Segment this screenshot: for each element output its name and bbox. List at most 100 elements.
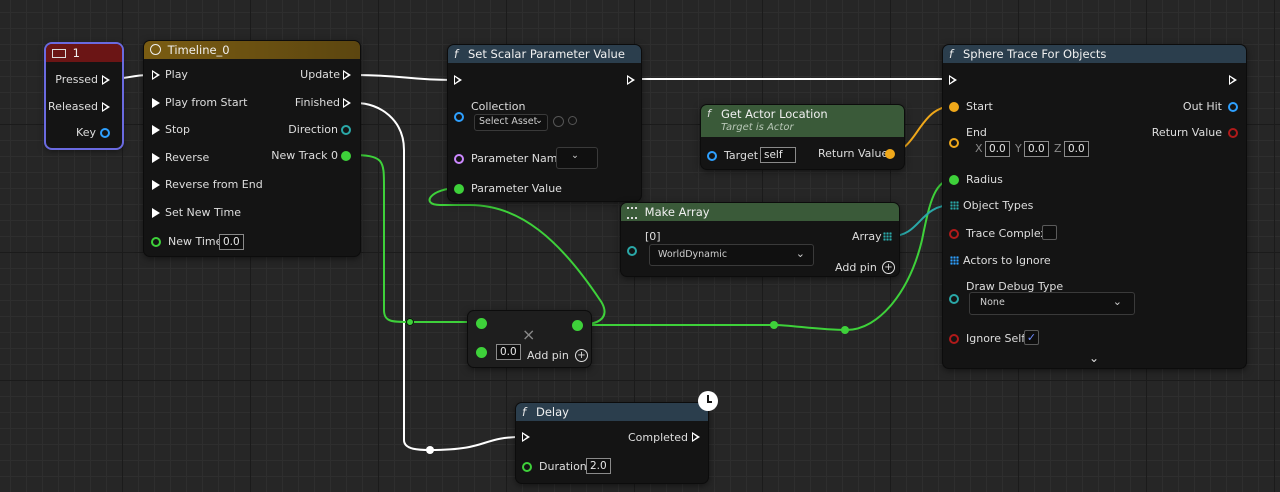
start-pin[interactable] [949, 102, 959, 112]
ignore-self-checkbox[interactable]: ✓ [1024, 330, 1039, 345]
multiply-input-b-pin[interactable] [476, 347, 487, 358]
delay-exec-in[interactable] [522, 432, 530, 442]
new-time-pin[interactable] [151, 237, 161, 247]
target-pin[interactable] [707, 151, 717, 161]
make-array-node[interactable]: Make Array [0] WorldDynamic ⌄ Array Add … [621, 203, 899, 276]
play-exec-pin[interactable] [152, 70, 160, 80]
set-scalar-header: f Set Scalar Parameter Value [448, 45, 641, 63]
set-scalar-title: Set Scalar Parameter Value [468, 47, 625, 61]
target-field[interactable]: self [760, 147, 796, 163]
array-label: Array [852, 230, 882, 243]
update-exec-pin[interactable] [343, 70, 351, 80]
wire-multiply-to-parameter-value [428, 187, 606, 326]
function-icon: f [707, 107, 711, 120]
reverse-from-end-exec-pin[interactable] [152, 180, 160, 190]
multiply-b-field[interactable]: 0.0 [496, 344, 521, 360]
start-label: Start [966, 100, 993, 113]
timeline-node[interactable]: Timeline_0 Play Play from Start Stop Rev… [144, 41, 360, 256]
get-actor-location-title: Get Actor Location [721, 107, 828, 121]
browse-arrow-icon[interactable] [553, 116, 564, 127]
parameter-name-dropdown[interactable]: ⌄ [556, 147, 598, 169]
trace-complex-checkbox[interactable] [1042, 225, 1057, 240]
delay-node[interactable]: f Delay Completed Duration 2.0 [516, 403, 708, 483]
multiply-add-pin-label[interactable]: Add pin [527, 349, 569, 362]
stop-exec-pin[interactable] [152, 125, 160, 135]
add-pin-icon[interactable]: + [882, 261, 895, 274]
element-value: WorldDynamic [658, 249, 728, 260]
out-hit-pin[interactable] [1228, 102, 1238, 112]
multiply-add-pin-icon[interactable]: + [575, 349, 588, 362]
direction-pin[interactable] [341, 125, 351, 135]
reroute-node-float-a[interactable] [406, 318, 414, 326]
object-types-pin[interactable] [950, 201, 959, 210]
reroute-node-float-b[interactable] [770, 321, 778, 329]
key-event-header: 1 [46, 44, 122, 62]
reroute-node-float-c[interactable] [841, 326, 849, 334]
multiply-output-pin[interactable] [572, 320, 583, 331]
function-icon: f [454, 47, 459, 61]
x-label: X [975, 142, 983, 155]
sphere-return-value-label: Return Value [1151, 126, 1222, 139]
collection-pin[interactable] [454, 112, 464, 122]
reverse-label: Reverse [165, 151, 210, 164]
expand-chevron-icon[interactable]: ⌄ [1089, 351, 1099, 365]
new-track-pin[interactable] [341, 151, 351, 161]
end-pin[interactable] [949, 138, 959, 148]
multiply-node[interactable]: 0.0 × Add pin + [468, 311, 591, 367]
new-time-field[interactable]: 0.0 [219, 234, 244, 250]
array-pin[interactable] [883, 232, 892, 241]
collection-value: Select Asset [479, 116, 538, 127]
end-y-field[interactable]: 0.0 [1024, 141, 1049, 157]
element-dropdown[interactable]: WorldDynamic ⌄ [649, 244, 814, 266]
duration-pin[interactable] [522, 462, 532, 472]
collection-asset-picker[interactable]: Select Asset ⌄ [474, 114, 548, 131]
sphere-trace-exec-out[interactable] [1229, 75, 1237, 85]
y-label: Y [1015, 142, 1022, 155]
actors-to-ignore-pin[interactable] [950, 256, 959, 265]
set-scalar-parameter-node[interactable]: f Set Scalar Parameter Value Collection S… [448, 45, 641, 201]
multiply-input-a-pin[interactable] [476, 318, 487, 329]
released-exec-pin[interactable] [102, 102, 110, 112]
parameter-name-pin[interactable] [454, 154, 464, 164]
duration-field[interactable]: 2.0 [586, 458, 611, 474]
end-z-field[interactable]: 0.0 [1064, 141, 1089, 157]
radius-label: Radius [966, 173, 1003, 186]
search-icon[interactable] [568, 116, 577, 125]
duration-label: Duration [539, 460, 587, 473]
set-scalar-exec-out[interactable] [627, 75, 635, 85]
parameter-value-pin[interactable] [454, 184, 464, 194]
reverse-from-end-label: Reverse from End [165, 178, 263, 191]
clock-icon [150, 44, 161, 55]
draw-debug-pin[interactable] [949, 294, 959, 304]
end-x-field[interactable]: 0.0 [985, 141, 1010, 157]
finished-exec-pin[interactable] [343, 98, 351, 108]
pressed-exec-pin[interactable] [102, 75, 110, 85]
sphere-return-value-pin[interactable] [1228, 128, 1238, 138]
collection-label: Collection [471, 100, 526, 113]
ignore-self-pin[interactable] [949, 334, 959, 344]
element-pin[interactable] [627, 246, 637, 256]
return-value-pin[interactable] [885, 149, 895, 159]
set-new-time-exec-pin[interactable] [152, 208, 160, 218]
multiply-operator: × [522, 325, 536, 344]
sphere-trace-exec-in[interactable] [949, 75, 957, 85]
get-actor-location-subtitle: Target is Actor [721, 122, 794, 133]
set-scalar-exec-in[interactable] [454, 75, 462, 85]
radius-pin[interactable] [949, 175, 959, 185]
key-event-node[interactable]: 1 Pressed Released Key [46, 44, 122, 148]
play-from-start-exec-pin[interactable] [152, 98, 160, 108]
sphere-trace-title: Sphere Trace For Objects [963, 47, 1107, 61]
key-pin[interactable] [100, 128, 110, 138]
add-pin-label[interactable]: Add pin [835, 261, 877, 274]
trace-complex-pin[interactable] [949, 229, 959, 239]
get-actor-location-node[interactable]: f Get Actor Location Target is Actor Tar… [701, 105, 904, 169]
draw-debug-dropdown[interactable]: None ⌄ [969, 292, 1135, 315]
update-label: Update [300, 68, 340, 81]
get-actor-location-header: f Get Actor Location Target is Actor [701, 105, 904, 137]
reroute-node-exec[interactable] [426, 446, 434, 454]
completed-exec-pin[interactable] [692, 432, 700, 442]
array-icon [627, 206, 637, 219]
sphere-trace-node[interactable]: f Sphere Trace For Objects Start End X 0.… [943, 45, 1246, 368]
ignore-self-label: Ignore Self [966, 332, 1026, 345]
reverse-exec-pin[interactable] [152, 153, 160, 163]
